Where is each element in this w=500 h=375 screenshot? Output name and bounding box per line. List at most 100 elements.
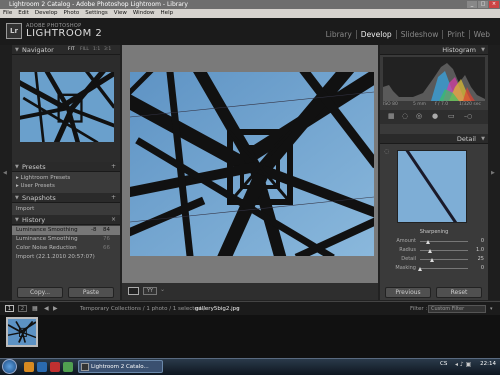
- detail-target-icon[interactable]: ◌: [384, 148, 389, 155]
- detail-slider-thumb[interactable]: [430, 258, 434, 262]
- loupe-view-icon[interactable]: [128, 287, 139, 295]
- radius-value[interactable]: 1.0: [470, 247, 484, 253]
- filename-dropdown-icon[interactable]: ▾: [237, 302, 240, 316]
- menu-file[interactable]: File: [3, 9, 12, 18]
- before-after-icon[interactable]: YY: [143, 287, 157, 295]
- maximize-button[interactable]: □: [478, 1, 488, 8]
- page-2-button[interactable]: 2: [18, 305, 27, 312]
- collapse-triangle-icon: ▼: [15, 164, 19, 170]
- navigator-preview[interactable]: [20, 72, 114, 142]
- exif-info: ISO 80 5 mm f / 7.0 1/320 sec: [383, 102, 485, 107]
- history-item[interactable]: Luminance Smoothing 76: [16, 235, 116, 243]
- preset-folder-user[interactable]: ▸ User Presets: [16, 182, 55, 190]
- grid-view-icon[interactable]: ▦: [32, 302, 38, 316]
- filmstrip-thumbnail[interactable]: [6, 317, 38, 347]
- app-icon[interactable]: [63, 362, 73, 372]
- exif-focal: 5 mm: [413, 102, 427, 107]
- menu-settings[interactable]: Settings: [85, 9, 108, 18]
- os-taskbar: [0, 358, 500, 375]
- previous-button[interactable]: Previous: [385, 287, 431, 298]
- collapse-triangle-icon: ▼: [15, 195, 19, 201]
- masking-value[interactable]: 0: [470, 265, 484, 271]
- masking-slider-thumb[interactable]: [418, 267, 422, 271]
- snapshot-item[interactable]: Import: [16, 205, 34, 213]
- amount-value[interactable]: 0: [470, 238, 484, 244]
- history-item[interactable]: Color Noise Reduction 66: [16, 244, 116, 252]
- tray-icons[interactable]: ◂ ♪ ▣: [455, 361, 471, 368]
- history-item[interactable]: Import (22.1.2010 20:57:07): [16, 253, 116, 261]
- add-snapshot-icon[interactable]: +: [111, 193, 116, 203]
- detail-slider[interactable]: [420, 259, 468, 260]
- filter-select[interactable]: Custom Filter: [428, 305, 486, 313]
- detail-value[interactable]: 25: [470, 256, 484, 262]
- language-indicator[interactable]: CS: [440, 361, 447, 367]
- history-item-value: 66: [103, 245, 110, 251]
- start-button[interactable]: [2, 359, 17, 374]
- detail-zoom-preview[interactable]: [397, 150, 467, 223]
- histogram-graph[interactable]: [383, 57, 485, 101]
- explorer-icon[interactable]: [24, 362, 34, 372]
- left-panel-toggle-strip[interactable]: ◀: [0, 45, 12, 300]
- copy-settings-button[interactable]: Copy...: [17, 287, 63, 298]
- forward-arrow-icon[interactable]: ▶: [53, 302, 58, 316]
- module-develop[interactable]: Develop: [357, 30, 397, 39]
- filmstrip: [0, 315, 500, 358]
- main-photo[interactable]: [130, 72, 374, 256]
- red-eye-icon[interactable]: ◎: [416, 112, 422, 120]
- crop-icon[interactable]: ◌: [402, 112, 408, 120]
- filmstrip-filename[interactable]: gallery5big2.jpg: [195, 302, 240, 316]
- page-1-button[interactable]: 1: [5, 305, 14, 312]
- navigator-header[interactable]: ▼ Navigator FIT FILL 1:1 3:1: [12, 45, 120, 55]
- filmstrip-path[interactable]: Temporary Collections / 1 photo / 1 sele…: [80, 302, 205, 316]
- history-item-value: 76: [103, 236, 110, 242]
- right-panel-toggle-strip[interactable]: ▶: [488, 45, 500, 300]
- taskbar-lightroom-button[interactable]: Lightroom 2 Catalo...: [78, 360, 163, 373]
- histogram-header[interactable]: Histogram ▼: [380, 45, 488, 55]
- history-item[interactable]: Luminance Smoothing -8 84: [16, 226, 116, 234]
- menu-edit[interactable]: Edit: [18, 9, 29, 18]
- minimize-button[interactable]: _: [467, 1, 477, 8]
- module-web[interactable]: Web: [470, 30, 494, 39]
- masking-slider[interactable]: [420, 268, 468, 269]
- slider-label-masking: Masking: [395, 265, 416, 271]
- toolbar-menu-icon[interactable]: ⌄: [160, 286, 165, 293]
- close-button[interactable]: ×: [489, 1, 499, 8]
- module-print[interactable]: Print: [443, 30, 470, 39]
- reset-button[interactable]: Reset: [436, 287, 482, 298]
- filter-dropdown-icon[interactable]: ▾: [490, 302, 493, 316]
- grid-overlay-icon[interactable]: ▦: [388, 112, 395, 120]
- amount-slider-thumb[interactable]: [426, 240, 430, 244]
- module-slideshow[interactable]: Slideshow: [397, 30, 444, 39]
- zoom-3-1[interactable]: 3:1: [104, 45, 111, 55]
- adjustment-brush-icon[interactable]: –○: [464, 113, 472, 120]
- paste-settings-button[interactable]: Paste: [68, 287, 114, 298]
- menu-photo[interactable]: Photo: [64, 9, 80, 18]
- menu-help[interactable]: Help: [161, 9, 174, 18]
- radius-slider-thumb[interactable]: [428, 249, 432, 253]
- back-arrow-icon[interactable]: ◀: [44, 302, 49, 316]
- module-library[interactable]: Library: [322, 30, 357, 39]
- graduated-filter-icon[interactable]: ▭: [448, 112, 455, 120]
- zoom-fit[interactable]: FIT: [68, 45, 75, 55]
- clear-history-icon[interactable]: ×: [111, 215, 116, 225]
- preset-folder-lightroom[interactable]: ▸ Lightroom Presets: [16, 174, 70, 182]
- taskbar-clock[interactable]: 22:14: [480, 361, 496, 367]
- zoom-1-1[interactable]: 1:1: [93, 45, 100, 55]
- preset-folder-label: Lightroom Presets: [20, 175, 71, 181]
- history-item-label: Luminance Smoothing: [16, 227, 78, 233]
- detail-header[interactable]: Detail ▼: [380, 134, 488, 144]
- detail-preview-svg: [405, 151, 458, 222]
- snapshots-header[interactable]: ▼ Snapshots +: [12, 193, 120, 203]
- menu-view[interactable]: View: [114, 9, 127, 18]
- media-icon[interactable]: [50, 362, 60, 372]
- menu-develop[interactable]: Develop: [35, 9, 58, 18]
- browser-icon[interactable]: [37, 362, 47, 372]
- add-preset-icon[interactable]: +: [111, 162, 116, 172]
- zoom-fill[interactable]: FILL: [80, 45, 89, 55]
- center-toolbar: YY ⌄: [122, 283, 378, 300]
- history-header[interactable]: ▼ History ×: [12, 215, 120, 225]
- menu-window[interactable]: Window: [133, 9, 155, 18]
- presets-header[interactable]: ▼ Presets +: [12, 162, 120, 172]
- history-title: History: [22, 216, 46, 224]
- spot-removal-icon[interactable]: ●: [432, 112, 438, 120]
